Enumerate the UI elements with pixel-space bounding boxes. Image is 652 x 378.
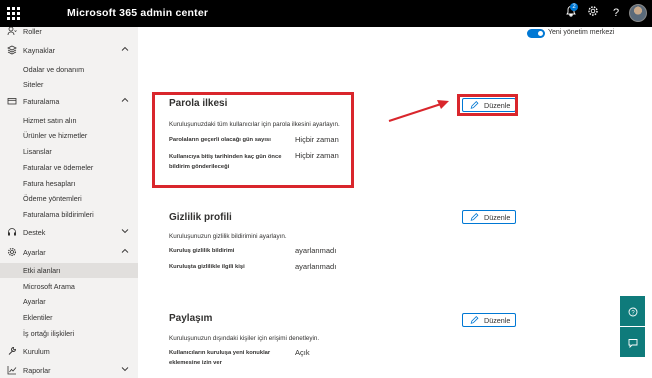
chat-icon xyxy=(628,337,638,348)
help-fab[interactable]: ? xyxy=(620,296,645,326)
help-circle-icon: ? xyxy=(628,306,638,317)
annotation-arrow xyxy=(388,100,449,122)
feedback-fab[interactable] xyxy=(620,327,645,357)
